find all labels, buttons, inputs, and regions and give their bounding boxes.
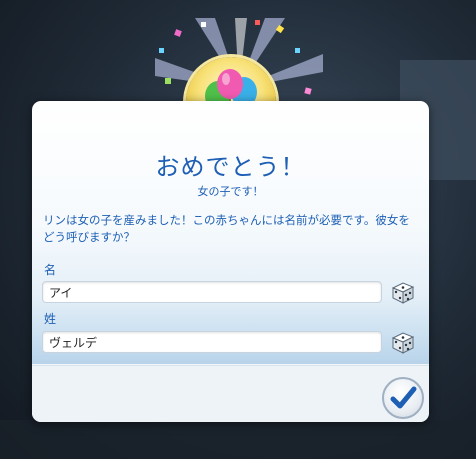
dialog-subtitle: 女の子です！ [197,185,264,198]
birth-dialog: おめでとう！ 女の子です！ リンは女の子を産みました！この赤ちゃんには名前が必要… [32,101,429,422]
randomize-last-name-dice-icon[interactable] [389,329,419,355]
last-name-label: 姓 [44,312,57,326]
randomize-first-name-dice-icon[interactable] [389,279,419,305]
first-name-label: 名 [44,263,57,277]
dialog-message: リンは女の子を産みました！この赤ちゃんには名前が必要です。彼女をどう呼びますか？ [43,213,410,244]
background-floor [0,420,476,459]
last-name-field[interactable] [42,331,382,353]
checkmark-icon [390,386,417,409]
first-name-field[interactable] [42,281,382,303]
confirm-button[interactable] [382,377,424,419]
dialog-title: おめでとう！ [155,153,306,181]
dialog-footer [32,365,429,422]
